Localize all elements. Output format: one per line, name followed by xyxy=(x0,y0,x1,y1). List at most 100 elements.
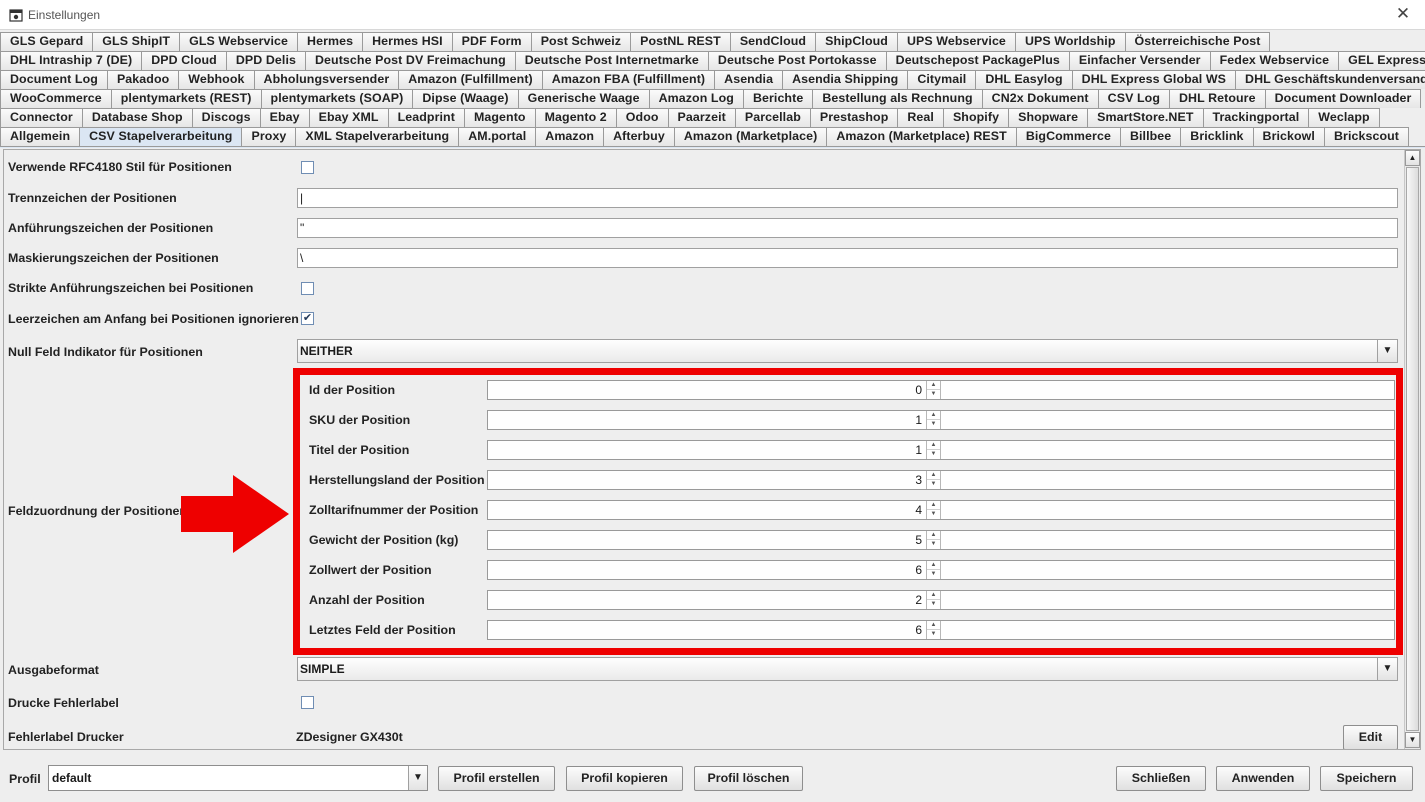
close-button[interactable]: Schließen xyxy=(1116,766,1206,791)
field-mapping-spinner[interactable]: 0 ▲ ▼ xyxy=(487,380,1395,400)
spinner-down-icon[interactable]: ▼ xyxy=(927,600,940,609)
tab-deutsche-post-internetmarke[interactable]: Deutsche Post Internetmarke xyxy=(514,51,709,70)
tab-postnl-rest[interactable]: PostNL REST xyxy=(630,32,731,51)
tab-document-downloader[interactable]: Document Downloader xyxy=(1264,89,1422,108)
tab-trackingportal[interactable]: Trackingportal xyxy=(1202,108,1310,127)
tab-cn2x-dokument[interactable]: CN2x Dokument xyxy=(981,89,1099,108)
tab-brickowl[interactable]: Brickowl xyxy=(1252,127,1325,146)
spinner-up-icon[interactable]: ▲ xyxy=(927,591,940,600)
profile-select[interactable]: default ▼ xyxy=(48,765,428,791)
tab-xml-stapelverarbeitung[interactable]: XML Stapelverarbeitung xyxy=(295,127,460,146)
spinner-value[interactable]: 6 xyxy=(488,561,924,579)
tab-gls-webservice[interactable]: GLS Webservice xyxy=(179,32,299,51)
tab-csv-stapelverarbeitung[interactable]: CSV Stapelverarbeitung xyxy=(79,127,243,146)
tab-dhl-easylog[interactable]: DHL Easylog xyxy=(975,70,1073,89)
close-window-button[interactable]: ✕ xyxy=(1381,0,1425,30)
tab-gel-express[interactable]: GEL Express xyxy=(1338,51,1425,70)
spinner-down-icon[interactable]: ▼ xyxy=(927,420,940,429)
tab-plentymarkets-rest[interactable]: plentymarkets (REST) xyxy=(110,89,262,108)
spinner-down-icon[interactable]: ▼ xyxy=(927,450,940,459)
chevron-down-icon[interactable]: ▼ xyxy=(1377,340,1397,362)
tab-shopify[interactable]: Shopify xyxy=(942,108,1010,127)
delete-profile-button[interactable]: Profil löschen xyxy=(694,766,803,791)
null-field-select[interactable]: NEITHER ▼ xyxy=(297,339,1398,363)
tab-deutsche-post-portokasse[interactable]: Deutsche Post Portokasse xyxy=(707,51,887,70)
chevron-down-icon[interactable]: ▼ xyxy=(1377,658,1397,680)
tab-woocommerce[interactable]: WooCommerce xyxy=(0,89,112,108)
tab-shipcloud[interactable]: ShipCloud xyxy=(815,32,898,51)
spinner-value[interactable]: 2 xyxy=(488,591,924,609)
tab-fedex-webservice[interactable]: Fedex Webservice xyxy=(1209,51,1340,70)
tab-pdf-form[interactable]: PDF Form xyxy=(451,32,532,51)
tab-dpd-cloud[interactable]: DPD Cloud xyxy=(141,51,227,70)
field-mapping-spinner[interactable]: 1 ▲ ▼ xyxy=(487,440,1395,460)
tab-deutschepost-packageplus[interactable]: Deutschepost PackagePlus xyxy=(885,51,1070,70)
print-error-checkbox[interactable] xyxy=(301,696,314,709)
tab-document-log[interactable]: Document Log xyxy=(0,70,108,89)
tab-deutsche-post-dv-freimachung[interactable]: Deutsche Post DV Freimachung xyxy=(304,51,516,70)
spinner-value[interactable]: 0 xyxy=(488,381,924,399)
field-mapping-spinner[interactable]: 3 ▲ ▼ xyxy=(487,470,1395,490)
spinner-value[interactable]: 1 xyxy=(488,411,924,429)
tab-discogs[interactable]: Discogs xyxy=(191,108,261,127)
field-mapping-spinner[interactable]: 6 ▲ ▼ xyxy=(487,560,1395,580)
scroll-down-button[interactable]: ▼ xyxy=(1405,732,1420,748)
separator-field[interactable]: | xyxy=(297,188,1398,208)
tab-real[interactable]: Real xyxy=(897,108,944,127)
spinner-down-icon[interactable]: ▼ xyxy=(927,480,940,489)
spinner-value[interactable]: 5 xyxy=(488,531,924,549)
tab-citymail[interactable]: Citymail xyxy=(907,70,977,89)
tab-ups-worldship[interactable]: UPS Worldship xyxy=(1014,32,1126,51)
tab-bestellung-als-rechnung[interactable]: Bestellung als Rechnung xyxy=(812,89,983,108)
tab-plentymarkets-soap[interactable]: plentymarkets (SOAP) xyxy=(260,89,414,108)
spinner-down-icon[interactable]: ▼ xyxy=(927,570,940,579)
tab-magento-2[interactable]: Magento 2 xyxy=(534,108,617,127)
field-mapping-spinner[interactable]: 5 ▲ ▼ xyxy=(487,530,1395,550)
spinner-up-icon[interactable]: ▲ xyxy=(927,501,940,510)
tab-asendia-shipping[interactable]: Asendia Shipping xyxy=(782,70,909,89)
tab-bigcommerce[interactable]: BigCommerce xyxy=(1015,127,1121,146)
tab-amazon[interactable]: Amazon xyxy=(535,127,605,146)
tab-gls-shipit[interactable]: GLS ShipIT xyxy=(92,32,181,51)
scroll-up-button[interactable]: ▲ xyxy=(1405,150,1420,166)
spinner-down-icon[interactable]: ▼ xyxy=(927,390,940,399)
tab-ebay[interactable]: Ebay xyxy=(259,108,310,127)
tab-österreichische-post[interactable]: Österreichische Post xyxy=(1124,32,1271,51)
edit-printer-button[interactable]: Edit xyxy=(1343,725,1398,749)
tab-generische-waage[interactable]: Generische Waage xyxy=(517,89,650,108)
field-mapping-spinner[interactable]: 1 ▲ ▼ xyxy=(487,410,1395,430)
tab-connector[interactable]: Connector xyxy=(0,108,83,127)
tab-brickscout[interactable]: Brickscout xyxy=(1323,127,1410,146)
tab-smartstore-net[interactable]: SmartStore.NET xyxy=(1087,108,1204,127)
field-mapping-spinner[interactable]: 2 ▲ ▼ xyxy=(487,590,1395,610)
quote-field[interactable]: " xyxy=(297,218,1398,238)
tab-proxy[interactable]: Proxy xyxy=(241,127,297,146)
tab-paarzeit[interactable]: Paarzeit xyxy=(667,108,736,127)
spinner-value[interactable]: 4 xyxy=(488,501,924,519)
tab-asendia[interactable]: Asendia xyxy=(714,70,784,89)
tab-einfacher-versender[interactable]: Einfacher Versender xyxy=(1068,51,1211,70)
spinner-down-icon[interactable]: ▼ xyxy=(927,540,940,549)
tab-am-portal[interactable]: AM.portal xyxy=(458,127,537,146)
tab-hermes-hsi[interactable]: Hermes HSI xyxy=(362,32,453,51)
tab-amazon-fulfillment[interactable]: Amazon (Fulfillment) xyxy=(398,70,543,89)
copy-profile-button[interactable]: Profil kopieren xyxy=(566,766,683,791)
tab-amazon-fba-fulfillment[interactable]: Amazon FBA (Fulfillment) xyxy=(541,70,716,89)
spinner-up-icon[interactable]: ▲ xyxy=(927,381,940,390)
tab-allgemein[interactable]: Allgemein xyxy=(0,127,81,146)
tab-sendcloud[interactable]: SendCloud xyxy=(729,32,817,51)
tab-dipse-waage[interactable]: Dipse (Waage) xyxy=(412,89,519,108)
spinner-up-icon[interactable]: ▲ xyxy=(927,621,940,630)
tab-abholungsversender[interactable]: Abholungsversender xyxy=(253,70,400,89)
tab-amazon-log[interactable]: Amazon Log xyxy=(648,89,744,108)
spinner-value[interactable]: 6 xyxy=(488,621,924,639)
chevron-down-icon[interactable]: ▼ xyxy=(408,766,427,790)
spinner-down-icon[interactable]: ▼ xyxy=(927,630,940,639)
field-mapping-spinner[interactable]: 4 ▲ ▼ xyxy=(487,500,1395,520)
tab-bricklink[interactable]: Bricklink xyxy=(1180,127,1254,146)
tab-gls-gepard[interactable]: GLS Gepard xyxy=(0,32,94,51)
tab-ups-webservice[interactable]: UPS Webservice xyxy=(896,32,1016,51)
tab-webhook[interactable]: Webhook xyxy=(178,70,255,89)
spinner-down-icon[interactable]: ▼ xyxy=(927,510,940,519)
tab-berichte[interactable]: Berichte xyxy=(742,89,814,108)
